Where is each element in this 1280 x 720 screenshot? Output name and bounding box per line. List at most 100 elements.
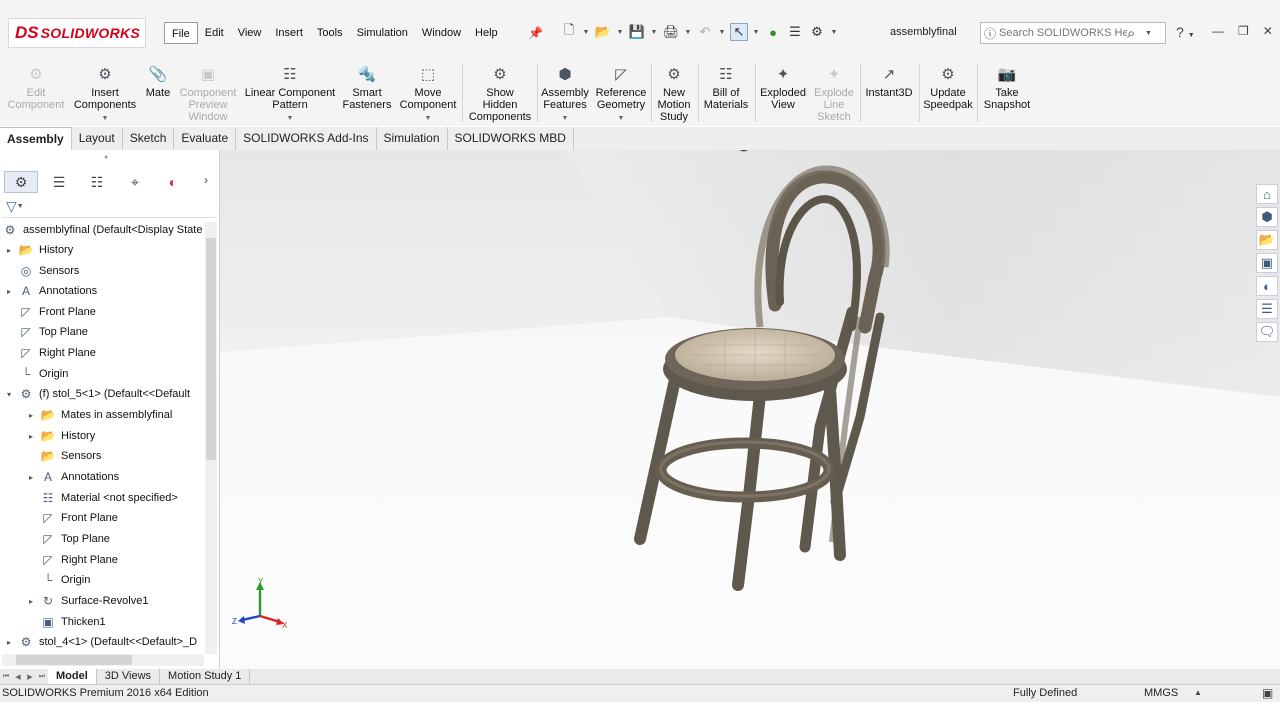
tree-item-component-top-plane[interactable]: ◸ Top Plane [36, 529, 110, 549]
file-properties-icon[interactable]: ☰ [786, 23, 804, 41]
feature-tree-tab-icon[interactable]: ⚙ [4, 171, 38, 193]
assembly-features-dropdown-icon[interactable]: ▼ [562, 113, 569, 125]
linear-pattern-button[interactable]: ☷ Linear Component Pattern ▼ [244, 60, 336, 126]
expand-icon[interactable]: ▸ [26, 473, 36, 482]
panel-grip-icon[interactable]: ● [104, 154, 108, 161]
options-gear-icon[interactable]: ⚙ [808, 23, 826, 41]
menu-window[interactable]: Window [415, 22, 468, 44]
expand-icon[interactable]: ▸ [4, 287, 14, 296]
tree-filter-icon[interactable]: ▽ ▼ [2, 196, 216, 218]
linear-pattern-dropdown-icon[interactable]: ▼ [287, 113, 294, 125]
tree-hscroll-thumb[interactable] [16, 655, 132, 665]
show-hidden-components-button[interactable]: ⚙ Show Hidden Components [466, 60, 534, 126]
expand-icon[interactable]: ▸ [26, 411, 36, 420]
edit-component-button[interactable]: ⚙ Edit Component [4, 60, 68, 126]
tab-simulation[interactable]: Simulation [377, 127, 448, 150]
prev-tab-arrow-icon[interactable]: ◀ [12, 673, 24, 681]
tree-item-thicken[interactable]: ▣ Thicken1 [36, 612, 105, 632]
tab-addins[interactable]: SOLIDWORKS Add-Ins [236, 127, 377, 150]
assembly-features-button[interactable]: ⬢ Assembly Features ▼ [540, 60, 590, 126]
menu-help[interactable]: Help [468, 22, 505, 44]
design-library-icon[interactable]: ⬢ [1256, 207, 1278, 227]
exploded-view-button[interactable]: ✦ Exploded View [758, 60, 808, 126]
expand-icon[interactable]: ▸ [26, 432, 36, 441]
pin-menu-icon[interactable]: 📌 [528, 26, 543, 40]
tree-horizontal-scrollbar[interactable] [2, 654, 204, 666]
collapse-icon[interactable]: ▾ [4, 390, 14, 399]
rebuild-traffic-light-icon[interactable]: ● [764, 23, 782, 41]
solidworks-logo[interactable]: DS SOLIDWORKS [8, 18, 146, 48]
tree-item-annotations[interactable]: ▸ A Annotations [4, 281, 97, 301]
first-tab-arrow-icon[interactable]: ⏮ [0, 673, 12, 681]
view-palette-icon[interactable]: ▣ [1256, 253, 1278, 273]
open-folder-icon[interactable]: 📂 [594, 23, 612, 41]
bill-of-materials-button[interactable]: ☷ Bill of Materials [700, 60, 752, 126]
new-dropdown-icon[interactable]: ▼ [582, 29, 590, 36]
tree-item-history[interactable]: ▸ 📂 History [4, 240, 73, 260]
status-units[interactable]: MMGS [1144, 687, 1178, 699]
take-snapshot-button[interactable]: 📷 Take Snapshot [980, 60, 1034, 126]
expand-icon[interactable]: ▸ [4, 246, 14, 255]
undo-dropdown-icon[interactable]: ▼ [718, 29, 726, 36]
search-icon[interactable]: ⌕ [1127, 25, 1145, 42]
tree-item-material[interactable]: ☷ Material <not specified> [36, 488, 178, 508]
units-menu-arrow-icon[interactable]: ▲ [1194, 688, 1202, 697]
menu-insert[interactable]: Insert [268, 22, 310, 44]
options-dropdown-icon[interactable]: ▼ [830, 29, 838, 36]
expand-icon[interactable]: ▸ [4, 638, 14, 647]
graphics-area[interactable] [220, 127, 1280, 669]
menu-view[interactable]: View [231, 22, 269, 44]
component-preview-button[interactable]: ▣ Component Preview Window [176, 60, 240, 126]
status-bar-grip-icon[interactable]: ▣ [1262, 686, 1273, 700]
tree-item-mates[interactable]: ▸ 📂 Mates in assemblyfinal [26, 405, 172, 425]
menu-file[interactable]: File [164, 22, 198, 44]
tree-item-component-stol5[interactable]: ▾ ⚙ (f) stol_5<1> (Default<<Default [4, 384, 190, 404]
search-box[interactable]: ⓘ ⌕ ▼ [980, 22, 1166, 44]
search-input[interactable] [999, 27, 1127, 39]
tree-item-front-plane[interactable]: ◸ Front Plane [14, 302, 96, 322]
new-document-icon[interactable]: 🗋 [560, 22, 578, 41]
tree-item-right-plane[interactable]: ◸ Right Plane [14, 343, 96, 363]
appearances-icon[interactable]: ◐ [1256, 276, 1278, 296]
tree-vertical-scrollbar[interactable] [205, 222, 217, 654]
tab-evaluate[interactable]: Evaluate [174, 127, 237, 150]
tab-model[interactable]: Model [48, 669, 97, 684]
mate-button[interactable]: 📎 Mate [142, 60, 174, 126]
open-dropdown-icon[interactable]: ▼ [616, 29, 624, 36]
tab-assembly[interactable]: Assembly [0, 127, 72, 150]
reference-geometry-dropdown-icon[interactable]: ▼ [618, 113, 625, 125]
menu-edit[interactable]: Edit [198, 22, 231, 44]
tab-layout[interactable]: Layout [72, 127, 123, 150]
minimize-icon[interactable]: — [1212, 24, 1224, 38]
file-explorer-icon[interactable]: 📂 [1256, 230, 1278, 250]
solidworks-resources-icon[interactable]: ⌂ [1256, 184, 1278, 204]
tree-item-component-annotations[interactable]: ▸ A Annotations [26, 467, 119, 487]
next-tab-arrow-icon[interactable]: ▶ [24, 673, 36, 681]
smart-fasteners-button[interactable]: 🔩 Smart Fasteners [340, 60, 394, 126]
save-dropdown-icon[interactable]: ▼ [650, 29, 658, 36]
select-cursor-icon[interactable]: ↖ [730, 23, 748, 41]
print-dropdown-icon[interactable]: ▼ [684, 29, 692, 36]
tree-item-origin[interactable]: └ Origin [14, 364, 69, 384]
instant3d-button[interactable]: ↗ Instant3D [862, 60, 916, 126]
configuration-manager-tab-icon[interactable]: ☷ [80, 171, 114, 193]
dimxpert-tab-icon[interactable]: ⌖ [118, 171, 152, 193]
tree-scroll-thumb[interactable] [206, 238, 216, 460]
property-manager-tab-icon[interactable]: ☰ [42, 171, 76, 193]
tree-item-component-stol4[interactable]: ▸ ⚙ stol_4<1> (Default<<Default>_D [4, 632, 197, 652]
forum-icon[interactable]: 🗨 [1256, 322, 1278, 342]
explode-line-sketch-button[interactable]: ✦ Explode Line Sketch [810, 60, 858, 126]
update-speedpak-button[interactable]: ⚙ Update Speedpak [922, 60, 974, 126]
search-dropdown-icon[interactable]: ▼ [1145, 30, 1155, 37]
last-tab-arrow-icon[interactable]: ⏭ [36, 673, 48, 681]
expand-icon[interactable]: ▸ [26, 597, 36, 606]
move-component-button[interactable]: ⬚ Move Component ▼ [398, 60, 458, 126]
tab-3d-views[interactable]: 3D Views [97, 669, 161, 684]
save-icon[interactable]: 💾 [628, 23, 646, 41]
more-tabs-chevron-icon[interactable]: › [204, 173, 208, 187]
print-icon[interactable]: 🖨 [662, 23, 680, 41]
menu-simulation[interactable]: Simulation [350, 22, 415, 44]
tree-item-component-sensors[interactable]: 📂 Sensors [36, 446, 102, 466]
tab-motion-study[interactable]: Motion Study 1 [160, 669, 251, 684]
tree-item-component-right-plane[interactable]: ◸ Right Plane [36, 550, 118, 570]
